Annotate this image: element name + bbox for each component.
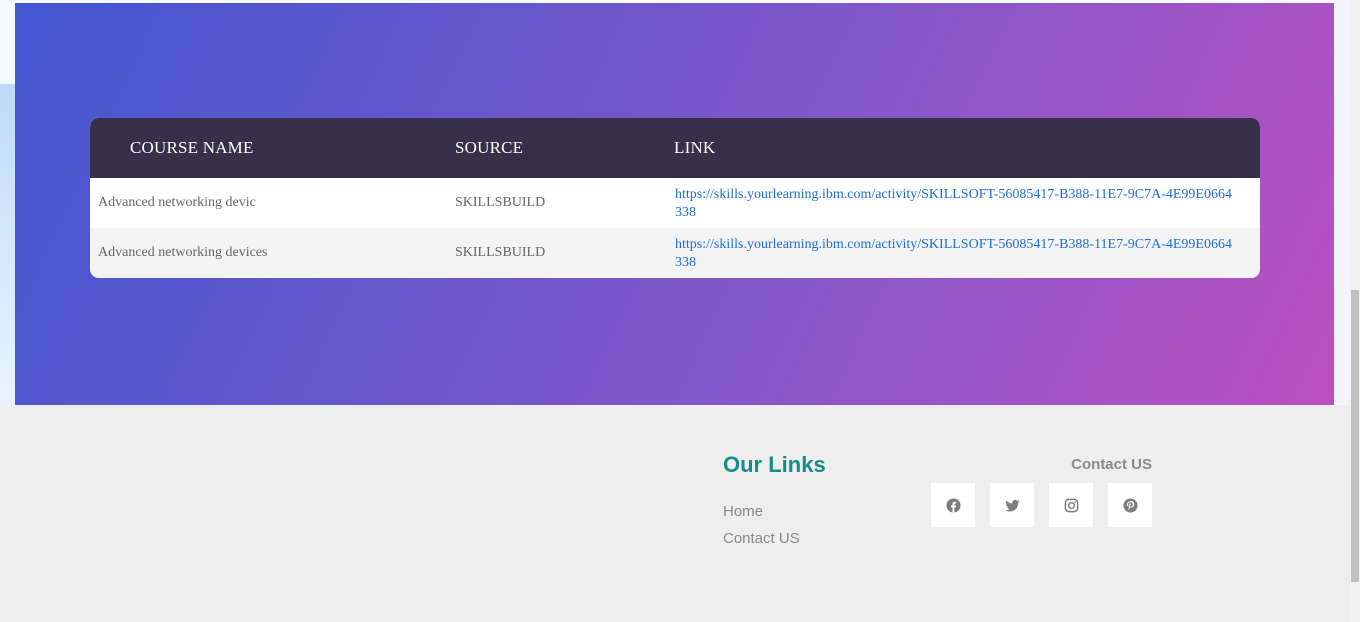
instagram-button[interactable] bbox=[1049, 483, 1093, 527]
footer-link-contact[interactable]: Contact US bbox=[723, 530, 800, 547]
pinterest-button[interactable] bbox=[1108, 483, 1152, 527]
course-name-cell: Advanced networking devices bbox=[98, 245, 268, 260]
twitter-icon bbox=[1004, 499, 1020, 511]
scrollbar-thumb[interactable] bbox=[1351, 290, 1359, 582]
twitter-button[interactable] bbox=[990, 483, 1034, 527]
right-background-strip bbox=[1334, 0, 1350, 405]
contact-title: Contact US bbox=[1071, 456, 1152, 473]
courses-table: COURSE NAME SOURCE LINK Advanced network… bbox=[90, 118, 1260, 278]
table-header: COURSE NAME SOURCE LINK bbox=[90, 118, 1260, 178]
course-link[interactable]: https://skills.yourlearning.ibm.com/acti… bbox=[675, 236, 1235, 272]
table-row: Advanced networking devices SKILLSBUILD … bbox=[90, 228, 1260, 278]
table-row: Advanced networking devic SKILLSBUILD ht… bbox=[90, 178, 1260, 228]
pinterest-icon bbox=[1122, 497, 1138, 513]
header-course-name: COURSE NAME bbox=[130, 138, 254, 157]
instagram-icon bbox=[1064, 498, 1078, 512]
facebook-icon bbox=[945, 497, 961, 513]
page: COURSE NAME SOURCE LINK Advanced network… bbox=[0, 0, 1360, 622]
source-cell: SKILLSBUILD bbox=[455, 195, 546, 210]
course-name-cell: Advanced networking devic bbox=[98, 195, 256, 210]
left-background-strip bbox=[0, 0, 15, 405]
header-link: LINK bbox=[674, 138, 716, 157]
facebook-button[interactable] bbox=[931, 483, 975, 527]
source-cell: SKILLSBUILD bbox=[455, 245, 546, 260]
course-link[interactable]: https://skills.yourlearning.ibm.com/acti… bbox=[675, 186, 1235, 222]
footer-link-home[interactable]: Home bbox=[723, 503, 763, 520]
header-source: SOURCE bbox=[455, 138, 524, 157]
our-links-title: Our Links bbox=[723, 452, 826, 477]
vertical-scrollbar[interactable] bbox=[1350, 0, 1360, 622]
